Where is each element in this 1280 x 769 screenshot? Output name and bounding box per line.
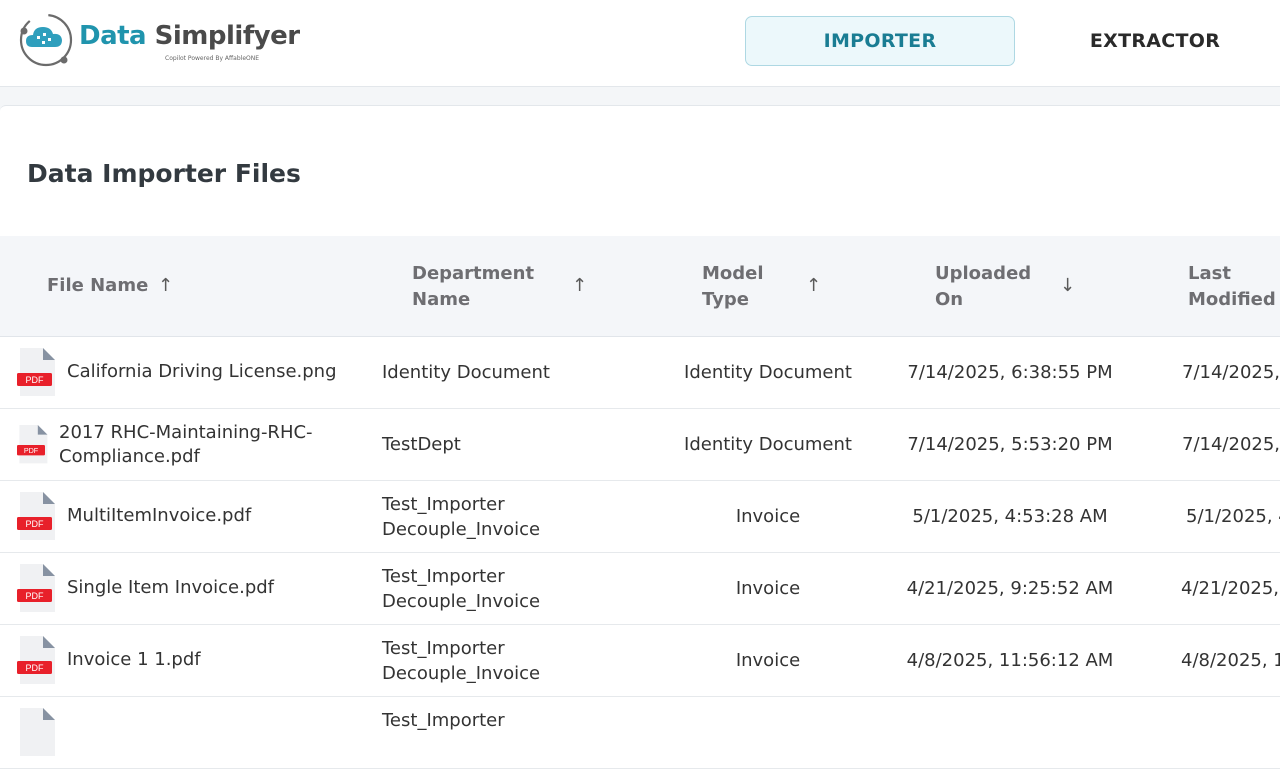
department-name-line1: Test_Importer <box>382 566 505 587</box>
model-type: Invoice <box>735 578 801 599</box>
file-name-line1: California Driving License.png <box>67 361 337 382</box>
column-header-label-line2: Modified O <box>1188 289 1280 310</box>
sort-ascending-icon[interactable]: ↑ <box>806 273 821 299</box>
svg-text:PDF: PDF <box>24 446 39 455</box>
table-row[interactable]: PDF Single Item Invoice.pdf Test_Importe… <box>0 553 1280 625</box>
svg-text:PDF: PDF <box>26 375 45 385</box>
svg-text:PDF: PDF <box>26 519 45 529</box>
department-name-line1: Test_Importer <box>382 710 505 731</box>
brand-tagline: Copilot Powered By AffableONE <box>165 55 260 62</box>
model-type: Identity Document <box>684 434 852 455</box>
column-header-label: Model <box>702 263 764 284</box>
file-name-line1: MultiItemInvoice.pdf <box>67 505 252 526</box>
file-name-line1: Single Item Invoice.pdf <box>67 577 275 598</box>
column-header-uploaded-on[interactable]: Uploaded On ↓ <box>935 261 1075 313</box>
brand-title: Data Simplifyer <box>79 21 300 51</box>
department-name-line2: Decouple_Invoice <box>382 519 541 540</box>
pdf-file-icon: PDF <box>17 348 55 396</box>
department-name: TestDept <box>382 432 461 457</box>
table-row[interactable]: PDF California Driving License.png Ident… <box>0 337 1280 409</box>
column-header-label-line2: On <box>935 289 964 310</box>
last-modified-on: 7/14/2025, 6 <box>1182 362 1280 383</box>
department-name: Test_Importer <box>382 708 505 733</box>
nav-tab-extractor[interactable]: EXTRACTOR <box>1060 16 1250 66</box>
cloud-logo-icon <box>19 13 73 67</box>
file-name[interactable]: MultiItemInvoice.pdf <box>67 504 251 528</box>
table-row[interactable]: PDF 2017 RHC-Maintaining-RHC- Compliance… <box>0 409 1280 481</box>
pdf-file-icon <box>20 708 55 756</box>
brand-title-part1: Data <box>79 21 147 51</box>
model-type: Invoice <box>735 650 801 671</box>
column-header-model-type[interactable]: Model Type ↑ <box>702 261 821 313</box>
column-header-label: File Name <box>47 275 149 296</box>
department-name: Test_Importer Decouple_Invoice <box>382 636 540 686</box>
department-name-line2: Decouple_Invoice <box>382 591 541 612</box>
uploaded-on: 4/21/2025, 9:25:52 AM <box>906 578 1114 599</box>
department-name: Identity Document <box>382 360 550 385</box>
model-type: Identity Document <box>684 362 852 383</box>
sort-ascending-icon[interactable]: ↑ <box>158 273 173 299</box>
table-row[interactable]: PDF Invoice 1 1.pdf Test_Importer Decoup… <box>0 625 1280 697</box>
sort-ascending-icon[interactable]: ↑ <box>572 273 587 299</box>
pdf-file-icon: PDF <box>17 492 55 540</box>
file-name[interactable]: California Driving License.png <box>67 360 337 384</box>
column-header-label-line2: Type <box>702 289 749 310</box>
column-header-last-modified-on[interactable]: Last Modified O <box>1188 261 1280 313</box>
sort-descending-icon[interactable]: ↓ <box>1060 273 1075 299</box>
column-header-department-name[interactable]: Department Name ↑ <box>412 261 587 313</box>
files-card: Data Importer Files File Name ↑ Departme… <box>0 105 1280 769</box>
department-name-line1: Identity Document <box>382 362 550 383</box>
pdf-file-icon: PDF <box>17 425 48 464</box>
department-name: Test_Importer Decouple_Invoice <box>382 564 540 614</box>
model-type: Invoice <box>735 506 801 527</box>
file-name[interactable]: Invoice 1 1.pdf <box>67 648 201 672</box>
table-header: File Name ↑ Department Name ↑ Model Type… <box>0 236 1280 337</box>
department-name-line1: TestDept <box>382 434 461 455</box>
uploaded-on: 7/14/2025, 6:38:55 PM <box>907 362 1113 383</box>
department-name-line2: Decouple_Invoice <box>382 663 541 684</box>
department-name: Test_Importer Decouple_Invoice <box>382 492 540 542</box>
column-header-file-name[interactable]: File Name ↑ <box>47 273 173 299</box>
last-modified-on: 7/14/2025, 5 <box>1182 434 1280 455</box>
brand-logo[interactable]: Data Simplifyer Copilot Powered By Affab… <box>17 11 300 69</box>
file-name-line1: Invoice 1 1.pdf <box>67 649 201 670</box>
svg-text:PDF: PDF <box>26 663 45 673</box>
pdf-file-icon: PDF <box>17 564 55 612</box>
nav-tab-importer[interactable]: IMPORTER <box>745 16 1015 66</box>
file-name[interactable]: Single Item Invoice.pdf <box>67 576 274 600</box>
last-modified-on: 5/1/2025, 4 <box>1186 506 1280 527</box>
uploaded-on: 4/8/2025, 11:56:12 AM <box>906 650 1114 671</box>
file-name[interactable]: 2017 RHC-Maintaining-RHC- Compliance.pdf <box>59 421 313 469</box>
uploaded-on: 5/1/2025, 4:53:28 AM <box>912 506 1108 527</box>
column-header-label-line2: Name <box>412 289 471 310</box>
last-modified-on: 4/21/2025, 9 <box>1181 578 1280 599</box>
file-name-line2: Compliance.pdf <box>59 446 200 467</box>
page-title: Data Importer Files <box>27 159 301 188</box>
column-header-label: Department <box>412 263 535 284</box>
column-header-label: Uploaded <box>935 263 1032 284</box>
table-row[interactable]: Test_Importer <box>0 697 1280 769</box>
column-header-label: Last <box>1188 263 1231 284</box>
department-name-line1: Test_Importer <box>382 638 505 659</box>
file-name-line1: 2017 RHC-Maintaining-RHC- <box>59 422 313 443</box>
brand-title-part2: Simplifyer <box>154 21 300 51</box>
app-header: Data Simplifyer Copilot Powered By Affab… <box>0 0 1280 87</box>
pdf-file-icon: PDF <box>17 636 55 684</box>
uploaded-on: 7/14/2025, 5:53:20 PM <box>907 434 1113 455</box>
svg-text:PDF: PDF <box>26 591 45 601</box>
department-name-line1: Test_Importer <box>382 494 505 515</box>
table-row[interactable]: PDF MultiItemInvoice.pdf Test_Importer D… <box>0 481 1280 553</box>
last-modified-on: 4/8/2025, 11 <box>1181 650 1280 671</box>
